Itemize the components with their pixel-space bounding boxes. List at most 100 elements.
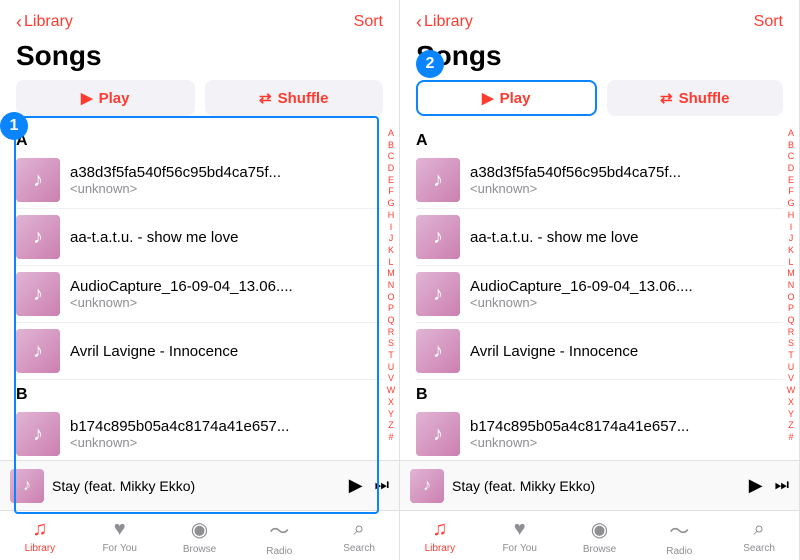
tab-label-for-you: For You [502,543,536,554]
song-item[interactable]: ♪b174c895b05a4c8174a41e657...<unknown> [416,406,783,460]
alpha-P[interactable]: P [388,303,394,315]
song-item[interactable]: ♪AudioCapture_16-09-04_13.06....<unknown… [16,266,383,323]
alpha-U[interactable]: U [788,362,795,374]
music-note-icon: ♪ [33,169,43,192]
tab-for-you[interactable]: ♥For You [80,518,160,554]
tab-search[interactable]: ⌕Search [719,518,799,554]
play-button[interactable]: ▶Play [416,80,597,116]
library-icon: ♫ [32,518,47,541]
alpha-P[interactable]: P [788,303,794,315]
alpha-J[interactable]: J [389,233,394,245]
alpha-R[interactable]: R [388,327,395,339]
tab-for-you[interactable]: ♥For You [480,518,560,554]
alpha-M[interactable]: M [787,268,795,280]
song-item[interactable]: ♪Avril Lavigne - Innocence [16,323,383,380]
now-playing-forward-button[interactable]: ⏭ [775,477,789,495]
song-list: A♪a38d3f5fa540f56c95bd4ca75f...<unknown>… [0,126,383,460]
alpha-C[interactable]: C [388,151,395,163]
alpha-G[interactable]: G [387,198,394,210]
alpha-X[interactable]: X [788,397,794,409]
alpha-L[interactable]: L [388,257,393,269]
alpha-S[interactable]: S [388,338,394,350]
alpha-V[interactable]: V [388,373,394,385]
alpha-#[interactable]: # [388,432,393,444]
alpha-Z[interactable]: Z [388,420,394,432]
alpha-S[interactable]: S [788,338,794,350]
now-playing-bar[interactable]: ♪Stay (feat. Mikky Ekko)▶⏭ [400,460,799,510]
song-item[interactable]: ♪AudioCapture_16-09-04_13.06....<unknown… [416,266,783,323]
alpha-O[interactable]: O [787,292,794,304]
song-item[interactable]: ♪Avril Lavigne - Innocence [416,323,783,380]
tab-library[interactable]: ♫Library [400,518,480,554]
alpha-Q[interactable]: Q [387,315,394,327]
tab-library[interactable]: ♫Library [0,518,80,554]
alpha-N[interactable]: N [788,280,795,292]
alpha-H[interactable]: H [788,210,795,222]
alpha-X[interactable]: X [388,397,394,409]
song-item[interactable]: ♪a38d3f5fa540f56c95bd4ca75f...<unknown> [416,152,783,209]
alpha-D[interactable]: D [388,163,395,175]
alpha-V[interactable]: V [788,373,794,385]
shuffle-button[interactable]: ⇄Shuffle [205,80,384,116]
song-item[interactable]: ♪aa-t.a.t.u. - show me love [416,209,783,266]
alpha-D[interactable]: D [788,163,795,175]
alpha-E[interactable]: E [788,175,794,187]
alpha-W[interactable]: W [387,385,396,397]
alpha-T[interactable]: T [388,350,394,362]
tab-search[interactable]: ⌕Search [319,518,399,554]
tab-label-radio: Radio [666,546,692,557]
alpha-U[interactable]: U [388,362,395,374]
alpha-#[interactable]: # [788,432,793,444]
sort-button[interactable]: Sort [354,13,383,31]
play-button[interactable]: ▶Play [16,80,195,116]
alpha-A[interactable]: A [388,128,394,140]
alpha-H[interactable]: H [388,210,395,222]
alpha-B[interactable]: B [788,140,794,152]
now-playing-play-button[interactable]: ▶ [349,475,363,496]
song-item[interactable]: ♪a38d3f5fa540f56c95bd4ca75f...<unknown> [16,152,383,209]
alpha-Z[interactable]: Z [788,420,794,432]
alpha-I[interactable]: I [390,222,393,234]
back-button[interactable]: ‹Library [416,12,473,33]
sort-button[interactable]: Sort [754,13,783,31]
alpha-G[interactable]: G [787,198,794,210]
tab-radio[interactable]: 〜Radio [639,515,719,557]
now-playing-forward-button[interactable]: ⏭ [375,477,389,495]
now-playing-bar[interactable]: ♪Stay (feat. Mikky Ekko)▶⏭ [0,460,399,510]
alpha-K[interactable]: K [388,245,394,257]
tab-radio[interactable]: 〜Radio [239,515,319,557]
alpha-T[interactable]: T [788,350,794,362]
alpha-C[interactable]: C [788,151,795,163]
alpha-W[interactable]: W [787,385,796,397]
alpha-L[interactable]: L [788,257,793,269]
back-button[interactable]: ‹Library [16,12,73,33]
top-nav: ‹Library Sort [0,0,399,40]
alpha-K[interactable]: K [788,245,794,257]
back-label: Library [424,13,473,31]
alpha-Y[interactable]: Y [788,409,794,421]
alpha-O[interactable]: O [387,292,394,304]
alpha-A[interactable]: A [788,128,794,140]
alpha-Y[interactable]: Y [388,409,394,421]
alpha-Q[interactable]: Q [787,315,794,327]
alpha-F[interactable]: F [788,186,794,198]
tab-label-browse: Browse [183,544,216,555]
album-art: ♪ [416,412,460,456]
song-item[interactable]: ♪aa-t.a.t.u. - show me love [16,209,383,266]
song-item[interactable]: ♪b174c895b05a4c8174a41e657...<unknown> [16,406,383,460]
alpha-N[interactable]: N [388,280,395,292]
library-icon: ♫ [432,518,447,541]
tab-browse[interactable]: ◉Browse [160,517,240,555]
alpha-F[interactable]: F [388,186,394,198]
now-playing-art: ♪ [10,469,44,503]
alpha-I[interactable]: I [790,222,793,234]
tab-browse[interactable]: ◉Browse [560,517,640,555]
alpha-R[interactable]: R [788,327,795,339]
shuffle-button[interactable]: ⇄Shuffle [607,80,784,116]
alpha-M[interactable]: M [387,268,395,280]
alpha-B[interactable]: B [388,140,394,152]
alpha-E[interactable]: E [388,175,394,187]
alpha-J[interactable]: J [789,233,794,245]
tab-label-for-you: For You [102,543,136,554]
now-playing-play-button[interactable]: ▶ [749,475,763,496]
